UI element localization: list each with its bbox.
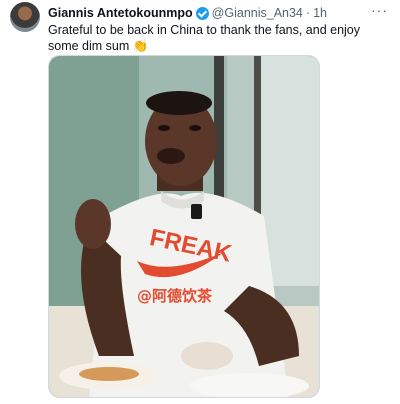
author-handle[interactable]: @Giannis_An34 bbox=[212, 6, 303, 20]
tweet-photo[interactable]: FREAK @阿德饮茶 bbox=[48, 55, 320, 398]
tweet-timestamp[interactable]: 1h bbox=[313, 6, 327, 20]
shirt-print-subtext: @阿德饮茶 bbox=[137, 287, 213, 305]
author-avatar[interactable] bbox=[10, 2, 40, 32]
tweet-header: Giannis Antetokounmpo @Giannis_An34 · 1h bbox=[48, 4, 390, 22]
separator: · bbox=[305, 6, 311, 20]
author-name[interactable]: Giannis Antetokounmpo bbox=[48, 6, 193, 20]
verified-badge-icon bbox=[195, 6, 209, 20]
photo-illustration: FREAK @阿德饮茶 bbox=[49, 56, 319, 397]
more-options-icon[interactable]: ··· bbox=[371, 2, 388, 18]
tweet-text-line-1: Grateful to be back in China to thank th… bbox=[48, 23, 361, 53]
